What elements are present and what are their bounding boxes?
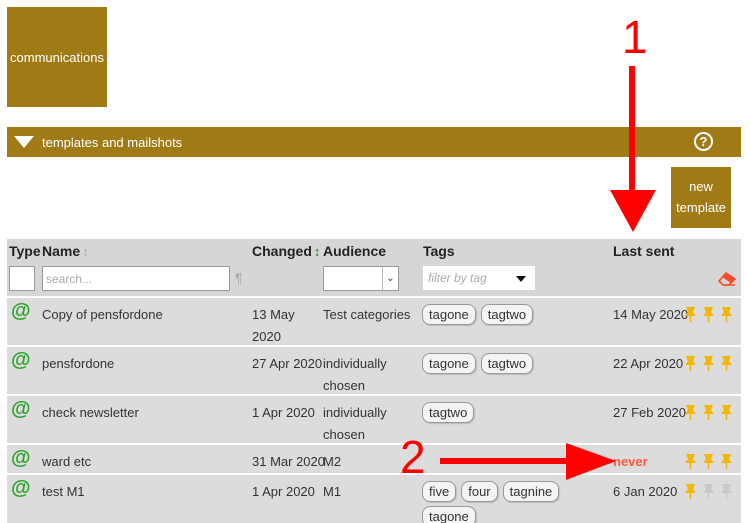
tag-chip[interactable]: tagone (422, 506, 476, 523)
template-name[interactable]: Copy of pensfordone (42, 304, 163, 326)
table-header: Type Name ↕ Changed ↕ Audience Tags Last s… (7, 239, 741, 296)
header-name[interactable]: Name ↕ (42, 243, 89, 259)
tag-chip[interactable]: four (461, 481, 498, 502)
sort-arrows-icon[interactable]: ↕ (314, 244, 321, 259)
table-body: @ Copy of pensfordone 13 May 2020 Test categ… (7, 296, 741, 523)
table-row[interactable]: @ pensfordone 27 Apr 2020 individually chose… (7, 345, 741, 394)
tag-chip[interactable]: tagone (422, 304, 476, 325)
last-sent: 14 May 2020 (613, 307, 689, 322)
email-at-icon[interactable]: @ (11, 447, 31, 470)
changed-date: 1 Apr 2020 (252, 405, 315, 420)
email-at-icon[interactable]: @ (11, 300, 31, 323)
table-row[interactable]: @ Copy of pensfordone 13 May 2020 Test categ… (7, 296, 741, 345)
changed-date: 27 Apr 2020 (252, 356, 323, 371)
email-at-icon[interactable]: @ (11, 349, 31, 372)
tag-filter-dropdown[interactable]: filter by tag (423, 266, 535, 290)
pin-icon[interactable] (701, 404, 716, 421)
tag-chip[interactable]: tagtwo (422, 402, 475, 423)
pin-icon[interactable] (719, 404, 734, 421)
sort-arrows-icon[interactable]: ↕ (82, 244, 89, 259)
template-name[interactable]: pensfordone (42, 353, 114, 375)
changed-date: 1 Apr 2020 (252, 484, 315, 499)
templates-table: Type Name ↕ Changed ↕ Audience Tags Last s… (7, 239, 741, 523)
tag-chip[interactable]: tagtwo (480, 353, 534, 374)
pin-icon[interactable] (683, 306, 698, 323)
pin-group (683, 355, 734, 372)
header-type[interactable]: Type (9, 243, 41, 259)
pin-icon[interactable] (701, 306, 716, 323)
pin-icon[interactable] (719, 483, 734, 500)
header-last-sent[interactable]: Last sent (613, 243, 674, 259)
table-row[interactable]: @ check newsletter 1 Apr 2020 individually c… (7, 394, 741, 443)
section-title: templates and mailshots (42, 134, 183, 150)
pin-icon[interactable] (683, 355, 698, 372)
email-at-icon[interactable]: @ (11, 477, 31, 500)
changed-date: 31 Mar 2020 (252, 454, 325, 469)
search-input[interactable] (42, 266, 230, 291)
annotation-number-2: 2 (400, 431, 426, 483)
header-changed[interactable]: Changed ↕ (252, 243, 320, 259)
audience: M2 (323, 454, 342, 469)
communications-label: communications (10, 49, 104, 65)
new-template-line1: new (689, 179, 713, 194)
audience: individually chosen (323, 356, 387, 393)
caret-down-icon (516, 276, 526, 282)
pin-group (683, 483, 734, 500)
pin-group (683, 404, 734, 421)
eraser-icon[interactable] (718, 272, 736, 286)
changed-date: 13 May 2020 (252, 307, 295, 344)
table-row[interactable]: @ test M1 1 Apr 2020 M1 five four tagnine tagon… (7, 473, 741, 523)
tag-list: tagone tagtwo (422, 304, 602, 325)
template-name[interactable]: check newsletter (42, 402, 139, 424)
help-icon[interactable]: ? (694, 132, 713, 151)
annotation-arrow-down (610, 66, 656, 232)
audience-filter-select[interactable]: ⌄ (323, 266, 399, 291)
pin-icon[interactable] (719, 306, 734, 323)
tag-filter-placeholder: filter by tag (428, 271, 487, 285)
template-name[interactable]: test M1 (42, 481, 85, 503)
audience: M1 (323, 484, 342, 499)
tag-chip[interactable]: tagtwo (480, 304, 534, 325)
last-sent: 22 Apr 2020 (613, 356, 684, 371)
pin-icon[interactable] (683, 453, 698, 470)
last-sent: 27 Feb 2020 (613, 405, 687, 420)
pin-group (683, 453, 734, 470)
audience: Test categories (323, 307, 411, 322)
pin-group (683, 306, 734, 323)
chevron-down-icon: ⌄ (382, 267, 398, 290)
pin-icon[interactable] (701, 453, 716, 470)
tag-list: five four tagnine tagone (422, 481, 602, 523)
last-sent: 6 Jan 2020 (613, 484, 678, 499)
email-at-icon[interactable]: @ (11, 398, 31, 421)
template-name[interactable]: ward etc (42, 451, 91, 473)
table-row[interactable]: @ ward etc 31 Mar 2020 M2 never (7, 443, 741, 473)
collapse-triangle-icon[interactable] (14, 136, 34, 148)
annotation-arrow-right (440, 443, 616, 480)
last-sent: never (613, 454, 648, 469)
audience: individually chosen (323, 405, 387, 442)
pin-icon[interactable] (683, 483, 698, 500)
pilcrow-icon[interactable]: ¶ (235, 270, 243, 286)
tag-list: tagtwo (422, 402, 602, 423)
pin-icon[interactable] (701, 355, 716, 372)
new-template-line2: template (676, 200, 726, 215)
tag-chip[interactable]: tagone (422, 353, 476, 374)
header-audience[interactable]: Audience (323, 243, 386, 259)
header-tags: Tags (423, 243, 455, 259)
new-template-button[interactable]: new template (671, 167, 731, 228)
tag-list: tagone tagtwo (422, 353, 602, 374)
tag-chip[interactable]: tagnine (502, 481, 560, 502)
pin-icon[interactable] (701, 483, 716, 500)
tag-chip[interactable]: five (422, 481, 457, 502)
communications-tile[interactable]: communications (7, 7, 107, 107)
type-filter[interactable] (9, 266, 35, 291)
pin-icon[interactable] (719, 355, 734, 372)
annotation-number-1: 1 (622, 11, 648, 63)
pin-icon[interactable] (683, 404, 698, 421)
pin-icon[interactable] (719, 453, 734, 470)
